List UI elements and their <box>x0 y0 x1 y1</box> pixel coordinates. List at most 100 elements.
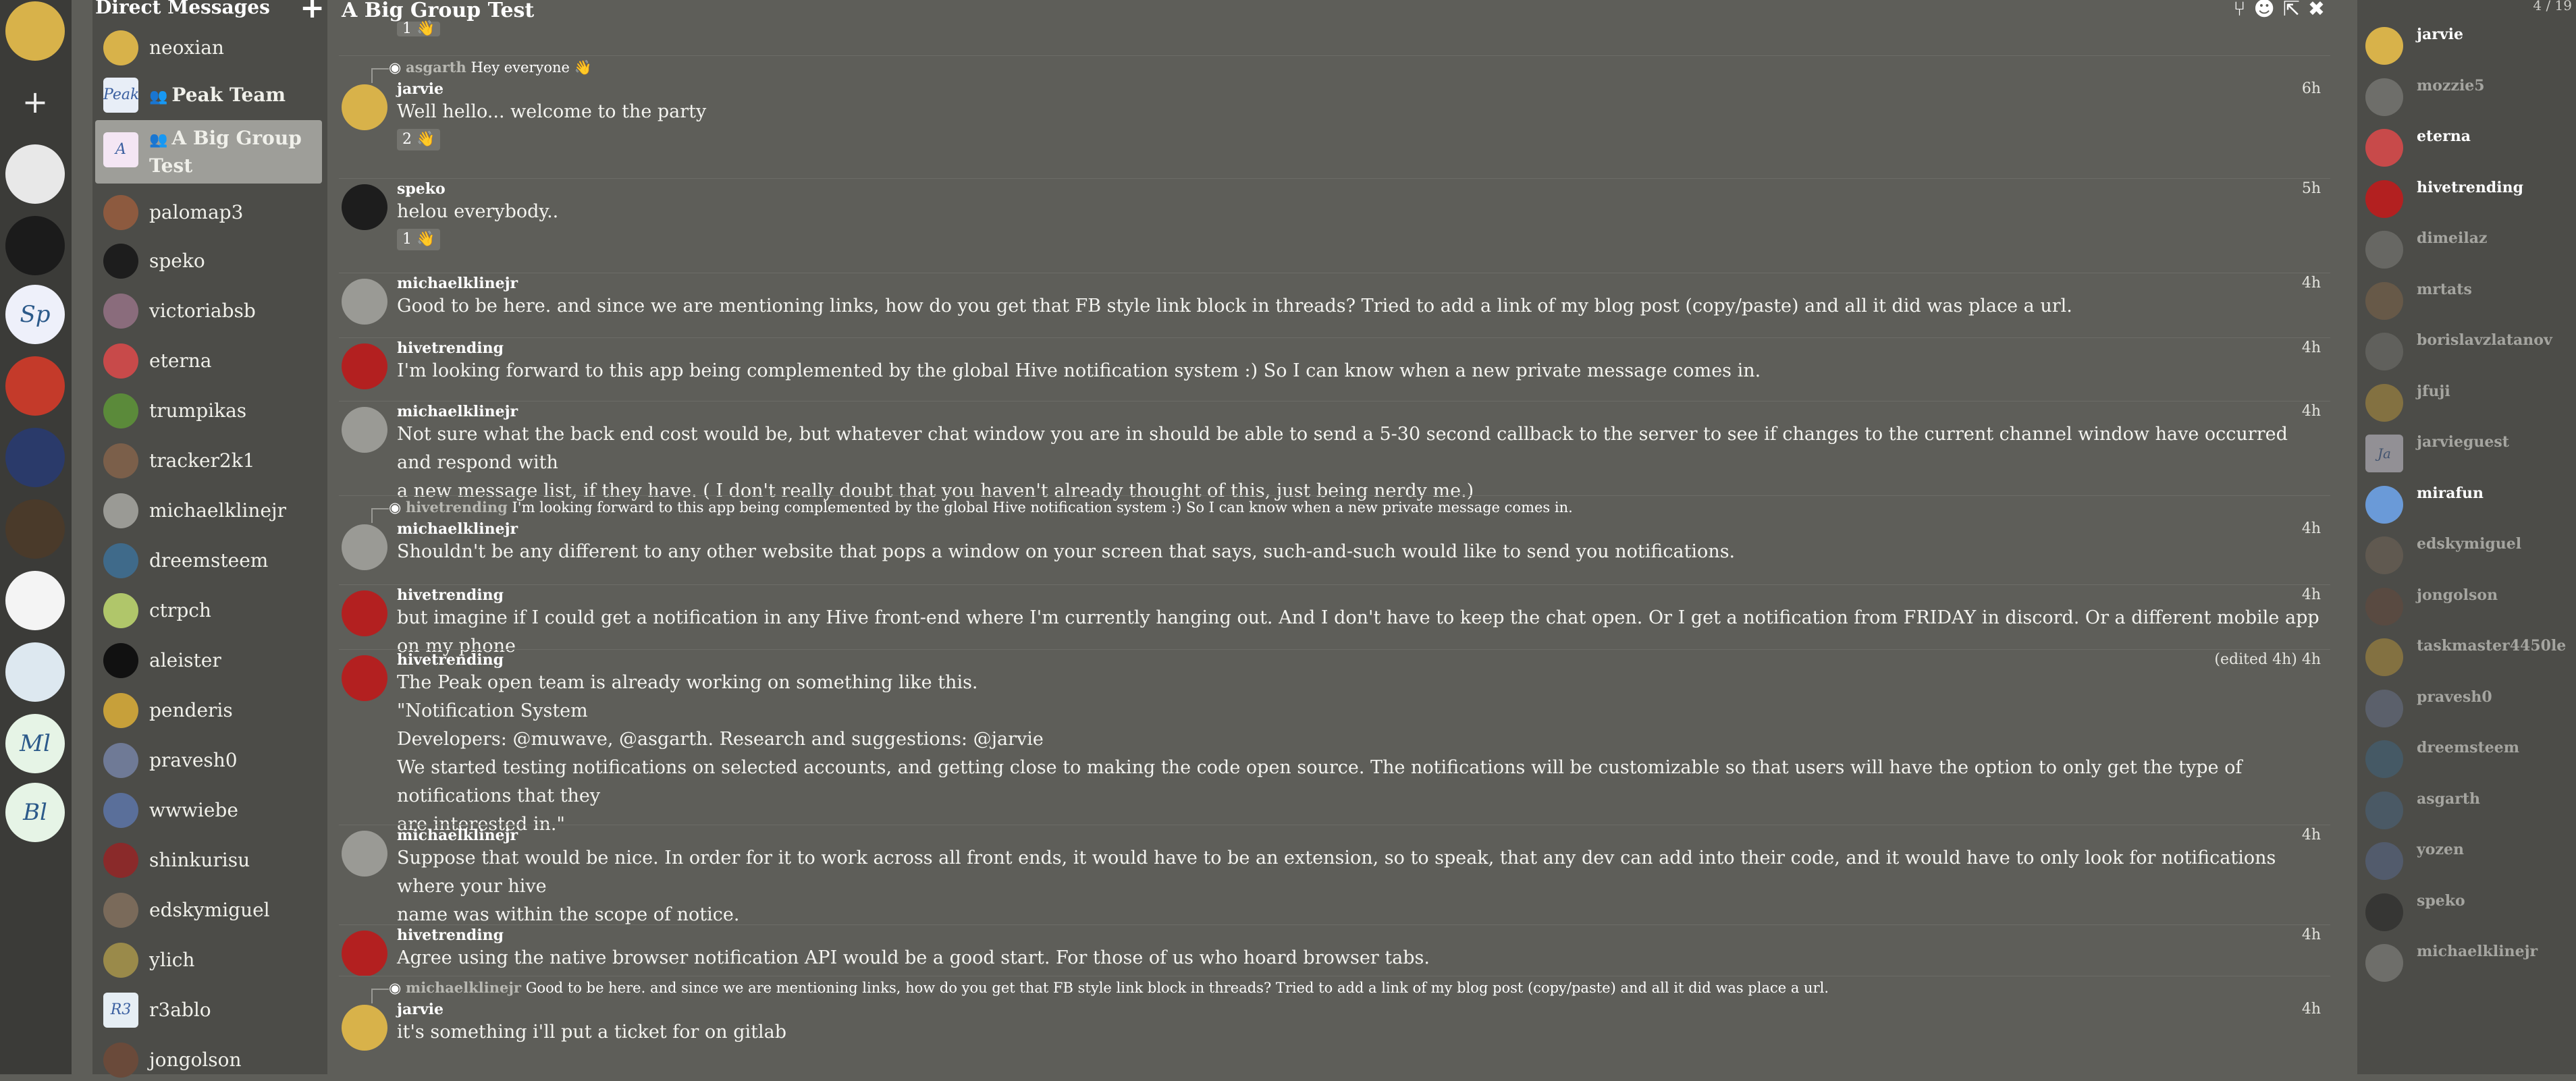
avatar[interactable] <box>342 590 387 636</box>
avatar <box>103 343 138 379</box>
dm-item[interactable]: wwwiebe <box>95 789 322 831</box>
dm-item[interactable]: shinkurisu <box>95 839 322 881</box>
message: hivetrending 4h but imagine if I could get… <box>339 584 2330 657</box>
dm-item[interactable]: victoriabsb <box>95 290 322 332</box>
share-icon[interactable]: ⇱ <box>2283 0 2308 21</box>
dm-item[interactable]: edskymiguel <box>95 889 322 931</box>
member-item[interactable]: taskmaster4450le <box>2365 634 2568 677</box>
mountain-community[interactable] <box>5 571 65 630</box>
dm-item[interactable]: eterna <box>95 340 322 382</box>
message-author[interactable]: michaelklinejr <box>397 827 518 844</box>
user-avatar[interactable] <box>5 1 65 61</box>
dm-item-label: wwwiebe <box>149 799 238 821</box>
dm-item[interactable]: neoxian <box>95 27 322 69</box>
ml-community[interactable]: Ml <box>5 714 65 773</box>
dm-item[interactable]: ylich <box>95 939 322 981</box>
member-item[interactable]: Ja jarvieguest <box>2365 431 2568 474</box>
dm-item-name: neoxian <box>149 36 224 59</box>
dm-item-name: Peak Team <box>171 84 286 106</box>
member-item[interactable]: michaelklinejr <box>2365 940 2568 983</box>
dm-item[interactable]: penderis <box>95 690 322 731</box>
lion-community[interactable] <box>5 356 65 416</box>
member-item[interactable]: mozzie5 <box>2365 74 2568 117</box>
avatar <box>2365 638 2403 676</box>
reaction[interactable]: 1 👋 <box>397 229 441 250</box>
new-message-button[interactable]: + <box>300 0 325 25</box>
member-item[interactable]: jarvie <box>2365 23 2568 66</box>
member-item[interactable]: jongolson <box>2365 584 2568 627</box>
avatar[interactable] <box>342 655 387 701</box>
message-author[interactable]: michaelklinejr <box>397 275 518 292</box>
dm-item[interactable]: pravesh0 <box>95 740 322 781</box>
dm-item[interactable]: speko <box>95 240 322 282</box>
message-author[interactable]: jarvie <box>397 1001 444 1018</box>
message-author[interactable]: hivetrending <box>397 651 504 669</box>
message: michaelklinejr 4h Suppose that would be ni… <box>339 825 2330 925</box>
dm-item[interactable]: A Big 👥A Big Group Test <box>95 120 322 184</box>
message-author[interactable]: speko <box>397 180 446 198</box>
avatar[interactable] <box>342 84 387 130</box>
message-author[interactable]: hivetrending <box>397 339 504 357</box>
top-reaction[interactable]: 1 👋 <box>397 22 441 36</box>
avatar[interactable] <box>342 831 387 877</box>
member-item[interactable]: hivetrending <box>2365 176 2568 219</box>
sp-community[interactable]: Sp <box>5 285 65 344</box>
dm-item[interactable]: aleister <box>95 640 322 682</box>
dm-item[interactable]: ctrpch <box>95 590 322 632</box>
dm-item-name: eterna <box>149 350 212 372</box>
message: michaelklinejr 4h Not sure what the back e… <box>339 401 2330 501</box>
member-item[interactable]: jfuji <box>2365 380 2568 423</box>
avatar[interactable] <box>342 524 387 570</box>
message-author[interactable]: jarvie <box>397 80 444 98</box>
add-community-button[interactable]: + <box>19 86 51 119</box>
avatar[interactable] <box>342 407 387 453</box>
dm-item[interactable]: trumpikas <box>95 390 322 432</box>
bl-community[interactable]: Bl <box>5 783 65 842</box>
members-icon[interactable]: ☻ <box>2253 0 2282 21</box>
member-item[interactable]: dreemsteem <box>2365 736 2568 779</box>
member-item[interactable]: borislavzlatanov <box>2365 329 2568 372</box>
photo-community[interactable] <box>5 642 65 702</box>
member-item[interactable]: mirafun <box>2365 482 2568 525</box>
reply-author: michaelklinejr <box>406 979 521 996</box>
avatar[interactable] <box>342 184 387 230</box>
lights-community[interactable] <box>5 499 65 559</box>
dm-item[interactable]: R3 r3ablo <box>95 989 322 1031</box>
dm-item[interactable]: tracker2k1 <box>95 440 322 482</box>
member-item[interactable]: mrtats <box>2365 278 2568 321</box>
member-item[interactable]: eterna <box>2365 125 2568 168</box>
member-item[interactable]: pravesh0 <box>2365 686 2568 729</box>
member-item[interactable]: yozen <box>2365 838 2568 881</box>
fork-icon[interactable]: ⑂ <box>2233 0 2253 21</box>
message-author[interactable]: hivetrending <box>397 926 504 944</box>
message: hivetrending 4h I'm looking forward to thi… <box>339 337 2330 399</box>
reply-preview[interactable]: ◉ asgarth Hey everyone 👋 <box>371 59 592 83</box>
dragon-icon[interactable] <box>5 216 65 275</box>
group-avatar: R3 <box>103 993 138 1028</box>
dm-item[interactable]: jongolson <box>95 1039 322 1081</box>
message-author[interactable]: michaelklinejr <box>397 403 518 420</box>
dm-item-label: r3ablo <box>149 999 211 1021</box>
message-author[interactable]: michaelklinejr <box>397 520 518 538</box>
avatar[interactable] <box>342 931 387 976</box>
reply-preview[interactable]: ◉ michaelklinejr Good to be here. and si… <box>371 979 1829 1003</box>
peak-icon[interactable] <box>5 144 65 204</box>
dm-item[interactable]: dreemsteem <box>95 540 322 582</box>
member-item[interactable]: asgarth <box>2365 787 2568 831</box>
avatar[interactable] <box>342 343 387 389</box>
group-avatar: A Big <box>103 132 138 167</box>
member-item[interactable]: edskymiguel <box>2365 532 2568 576</box>
member-item[interactable]: speko <box>2365 889 2568 933</box>
dm-item[interactable]: Peak 👥 Peak Team <box>95 74 322 116</box>
message-author[interactable]: hivetrending <box>397 586 504 604</box>
photography-community[interactable] <box>5 428 65 487</box>
reply-preview[interactable]: ◉ hivetrending I'm looking forward to th… <box>371 499 1573 523</box>
member-item[interactable]: dimeilaz <box>2365 227 2568 270</box>
avatar[interactable] <box>342 1005 387 1051</box>
dm-item[interactable]: palomap3 <box>95 192 322 233</box>
avatar <box>2365 689 2403 727</box>
close-icon[interactable]: ✖ <box>2308 0 2333 21</box>
dm-item[interactable]: michaelklinejr <box>95 490 322 532</box>
reaction[interactable]: 2 👋 <box>397 129 441 150</box>
avatar[interactable] <box>342 279 387 325</box>
